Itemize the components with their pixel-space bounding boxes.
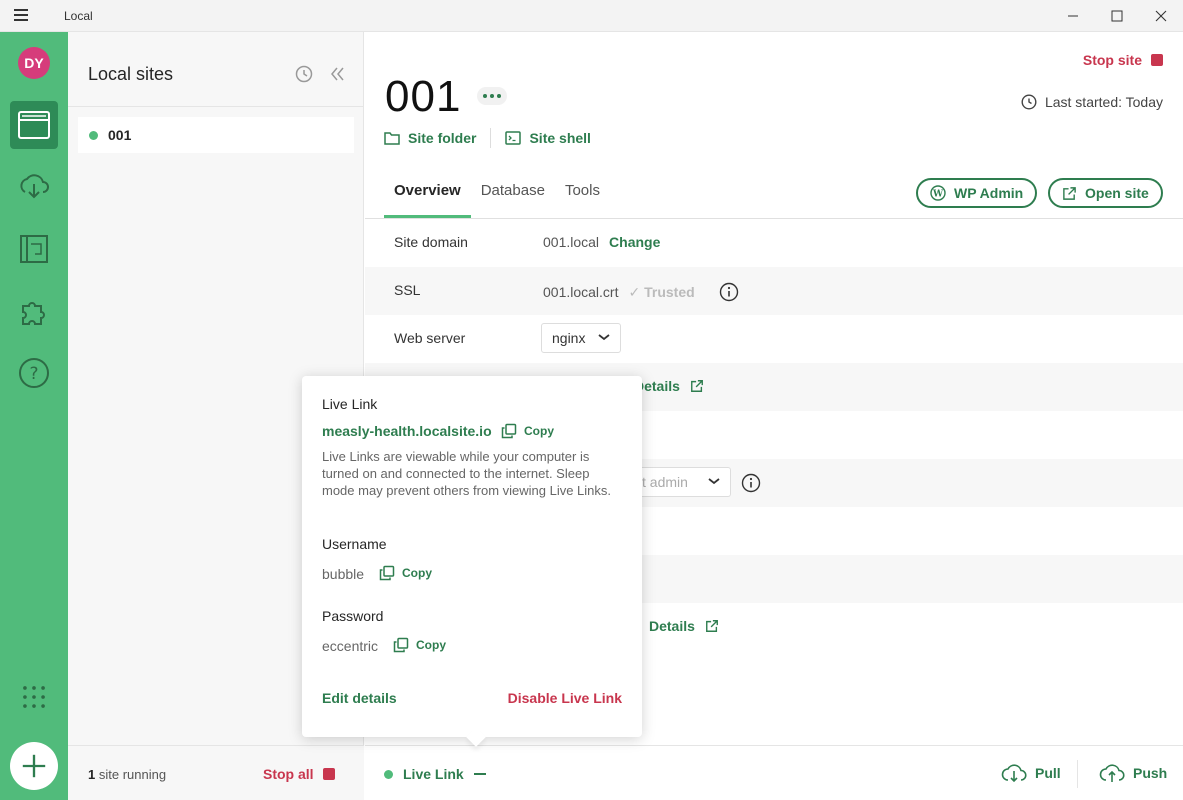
close-icon[interactable] (1139, 0, 1183, 32)
stop-all-button[interactable]: Stop all (263, 766, 335, 782)
site-domain-label: Site domain (394, 234, 468, 250)
web-server-select[interactable]: nginx (541, 323, 621, 353)
hamburger-menu-icon[interactable] (14, 9, 28, 23)
open-site-button[interactable]: Open site (1048, 178, 1163, 208)
stop-site-button[interactable]: Stop site (1083, 52, 1163, 68)
row-ssl: SSL 001.local.crt ✓ Trusted (365, 267, 1183, 315)
last-started: Last started: Today (1021, 94, 1163, 110)
rail-cloud-backups-icon[interactable] (10, 163, 58, 211)
username-label: Username (322, 536, 387, 552)
push-button[interactable]: Push (1099, 763, 1167, 783)
external-link-icon[interactable] (690, 379, 704, 393)
copy-url-button[interactable]: Copy (501, 423, 554, 439)
live-link-status-dot (384, 769, 393, 779)
clock-icon (1021, 94, 1037, 110)
pull-button[interactable]: Pull (1001, 763, 1061, 783)
copy-icon (379, 565, 395, 581)
change-domain-link[interactable]: Change (609, 234, 660, 250)
rail-addons-icon[interactable] (10, 287, 58, 335)
avatar[interactable]: DY (18, 47, 50, 79)
rail-blueprints-icon[interactable] (10, 225, 58, 273)
site-domain-value: 001.local (543, 234, 600, 250)
more-options-icon[interactable] (477, 87, 507, 105)
copy-icon (393, 637, 409, 653)
rail-apps-grid-icon[interactable] (10, 673, 58, 721)
site-tabs: Overview Database Tools (384, 182, 610, 218)
stop-square-icon (322, 768, 335, 780)
plus-icon (22, 754, 46, 778)
history-clock-icon[interactable] (295, 65, 313, 83)
ssl-label: SSL (394, 282, 421, 298)
sites-panel-title: Local sites (88, 64, 174, 84)
ssl-cert-value: 001.local.crt (543, 284, 619, 300)
tab-database[interactable]: Database (471, 182, 555, 218)
web-server-label: Web server (394, 330, 466, 346)
row-site-domain: Site domain 001.local Change (365, 219, 1183, 267)
external-link-icon[interactable] (705, 619, 719, 633)
site-name-title: 001 (385, 72, 462, 121)
ssl-trusted-status: ✓ Trusted (628, 283, 695, 300)
cloud-upload-icon (1099, 764, 1125, 782)
sites-panel-footer: 1 site running Stop all (68, 745, 364, 800)
window-title: Local (64, 9, 93, 23)
popover-title: Live Link (322, 396, 378, 412)
folder-icon (384, 132, 400, 145)
live-link-toggle[interactable]: Live Link (384, 766, 486, 782)
svg-text:?: ? (29, 364, 38, 384)
chevron-down-icon (598, 334, 610, 341)
site-list-item[interactable]: 001 (78, 117, 354, 153)
stop-square-icon (1151, 54, 1163, 66)
quick-links: Site folder Site shell (384, 128, 591, 148)
copy-username-button[interactable]: Copy (379, 565, 432, 581)
rail-local-sites-icon[interactable] (10, 101, 58, 149)
minimize-icon[interactable] (1051, 0, 1095, 32)
running-status-dot (89, 131, 98, 140)
minus-icon (473, 773, 486, 775)
row-web-server: Web server nginx (365, 315, 1183, 363)
window-titlebar: Local (0, 0, 1183, 32)
tab-overview[interactable]: Overview (384, 182, 471, 218)
password-label: Password (322, 608, 384, 624)
add-site-button[interactable] (10, 742, 58, 790)
tab-tools[interactable]: Tools (555, 182, 610, 218)
wordpress-icon: W (930, 185, 946, 201)
live-link-popover: Live Link measly-health.localsite.io Cop… (302, 376, 642, 747)
wp-admin-button[interactable]: W WP Admin (916, 178, 1038, 208)
site-shell-button[interactable]: Site shell (505, 130, 591, 146)
site-folder-button[interactable]: Site folder (384, 130, 476, 146)
left-rail: DY ? (0, 32, 68, 800)
site-list-item-name: 001 (108, 127, 132, 143)
disable-live-link-button[interactable]: Disable Live Link (508, 690, 622, 706)
cloud-download-icon (1001, 764, 1027, 783)
svg-text:W: W (932, 190, 944, 200)
copy-password-button[interactable]: Copy (393, 637, 446, 653)
details-link[interactable]: Details (649, 618, 695, 634)
copy-icon (501, 423, 517, 439)
running-sites-count: 1 site running (88, 767, 167, 782)
username-value: bubble (322, 566, 365, 582)
info-icon[interactable] (741, 473, 761, 493)
chevron-down-icon (708, 478, 720, 485)
terminal-icon (505, 131, 522, 145)
collapse-panel-icon[interactable] (329, 65, 347, 83)
info-icon[interactable] (719, 282, 739, 302)
rail-help-icon[interactable]: ? (10, 349, 58, 397)
edit-details-link[interactable]: Edit details (322, 690, 397, 706)
live-link-description: Live Links are viewable while your compu… (322, 449, 612, 498)
maximize-icon[interactable] (1095, 0, 1139, 32)
bottom-bar: Live Link Pull Push (365, 745, 1183, 800)
external-link-icon (1063, 186, 1076, 200)
password-value: eccentric (322, 638, 379, 654)
live-link-url[interactable]: measly-health.localsite.io (322, 423, 492, 439)
